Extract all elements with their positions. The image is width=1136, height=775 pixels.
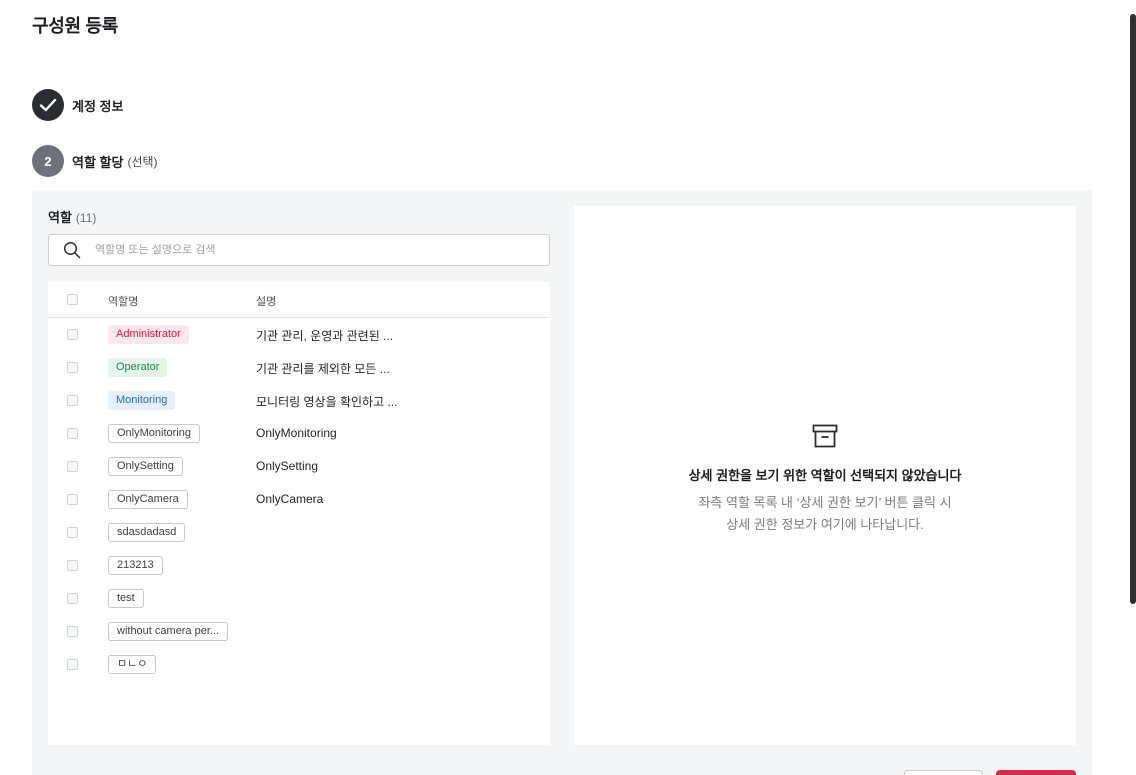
table-row[interactable]: without camera per... xyxy=(48,615,550,648)
table-row[interactable]: OnlyMonitoring OnlyMonitoring xyxy=(48,417,550,450)
column-description[interactable]: 설명 xyxy=(256,293,276,309)
role-tag: without camera per... xyxy=(108,622,229,641)
submit-button[interactable] xyxy=(996,770,1076,775)
role-table: 역할명 설명 Administrator 기관 관리, 운영과 관련된 ... … xyxy=(48,282,550,745)
check-icon xyxy=(32,89,64,121)
empty-state-description: 좌측 역할 목록 내 ‘상세 권한 보기’ 버튼 클릭 시 상세 권한 정보가 … xyxy=(574,492,1076,536)
table-row[interactable]: sdasdadasd xyxy=(48,516,550,549)
role-tag: test xyxy=(108,589,144,608)
role-tag: OnlyMonitoring xyxy=(108,424,200,443)
step-optional-label: (선택) xyxy=(127,154,158,169)
roles-heading: 역할 (11) xyxy=(48,207,96,226)
roles-count: (11) xyxy=(75,211,97,225)
step-number: 2 xyxy=(32,145,64,177)
role-tag: Operator xyxy=(108,358,168,377)
step-label: 역할 할당 xyxy=(72,154,124,170)
role-description: 기관 관리, 운영과 관련된 ... xyxy=(256,329,394,343)
role-tag: sdasdadasd xyxy=(108,523,186,542)
table-header: 역할명 설명 xyxy=(48,282,550,318)
table-row[interactable]: Operator 기관 관리를 제외한 모든 ... xyxy=(48,351,550,384)
archive-icon xyxy=(812,424,838,448)
roles-title: 역할 xyxy=(48,210,72,225)
role-tag: 213213 xyxy=(108,556,163,575)
row-checkbox[interactable] xyxy=(67,659,78,670)
step-account-info: 계정 정보 xyxy=(32,89,123,121)
table-row[interactable]: OnlySetting OnlySetting xyxy=(48,450,550,483)
empty-state-line: 좌측 역할 목록 내 ‘상세 권한 보기’ 버튼 클릭 시 xyxy=(698,495,952,510)
permission-detail-panel: 상세 권한을 보기 위한 역할이 선택되지 않았습니다 좌측 역할 목록 내 ‘… xyxy=(574,206,1076,745)
step-role-assign: 2 역할 할당 (선택) xyxy=(32,145,158,177)
role-description: OnlyMonitoring xyxy=(256,426,337,440)
table-row[interactable]: test xyxy=(48,582,550,615)
table-row[interactable]: Administrator 기관 관리, 운영과 관련된 ... xyxy=(48,318,550,351)
row-checkbox[interactable] xyxy=(67,494,78,505)
role-tag: OnlySetting xyxy=(108,457,183,476)
row-checkbox[interactable] xyxy=(67,362,78,373)
empty-state-line: 상세 권한 정보가 여기에 나타납니다. xyxy=(726,517,924,532)
scrollbar[interactable] xyxy=(1130,14,1136,604)
row-checkbox[interactable] xyxy=(67,560,78,571)
empty-state-title: 상세 권한을 보기 위한 역할이 선택되지 않았습니다 xyxy=(688,468,962,483)
step-label: 계정 정보 xyxy=(72,98,124,114)
previous-button[interactable] xyxy=(904,770,983,775)
table-row[interactable]: OnlyCamera OnlyCamera xyxy=(48,483,550,516)
table-row[interactable]: Monitoring 모니터링 영상을 확인하고 ... xyxy=(48,384,550,417)
row-checkbox[interactable] xyxy=(67,395,78,406)
table-row[interactable]: 213213 xyxy=(48,549,550,582)
role-tag: ㅁㄴㅇ xyxy=(108,655,157,674)
search-icon xyxy=(63,241,81,259)
row-checkbox[interactable] xyxy=(67,593,78,604)
role-description: OnlySetting xyxy=(256,459,319,473)
dialog-title: 구성원 등록 xyxy=(32,16,119,36)
row-checkbox[interactable] xyxy=(67,527,78,538)
role-tag: Monitoring xyxy=(108,391,176,410)
select-all-checkbox[interactable] xyxy=(67,294,78,305)
row-checkbox[interactable] xyxy=(67,428,78,439)
role-description: 모니터링 영상을 확인하고 ... xyxy=(256,395,398,409)
role-tag: OnlyCamera xyxy=(108,490,188,509)
column-role-name[interactable]: 역할명 xyxy=(108,293,138,309)
role-tag: Administrator xyxy=(108,325,189,344)
role-description: 기관 관리를 제외한 모든 ... xyxy=(256,362,390,376)
row-checkbox[interactable] xyxy=(67,626,78,637)
role-description: OnlyCamera xyxy=(256,492,324,506)
row-checkbox[interactable] xyxy=(67,329,78,340)
table-row[interactable]: ㅁㄴㅇ xyxy=(48,648,550,681)
role-search-input[interactable] xyxy=(95,244,515,256)
role-search-box[interactable] xyxy=(48,234,550,266)
row-checkbox[interactable] xyxy=(67,461,78,472)
